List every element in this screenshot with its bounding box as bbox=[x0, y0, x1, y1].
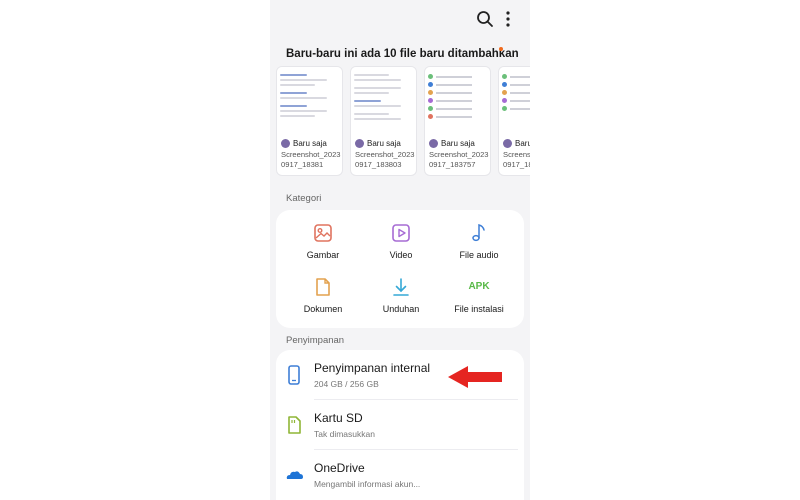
onedrive-icon bbox=[286, 471, 303, 479]
apk-icon: APK bbox=[468, 281, 490, 292]
more-vertical-icon[interactable] bbox=[502, 10, 514, 28]
storage-subtitle: 204 GB / 256 GB bbox=[314, 379, 379, 389]
recent-file-card[interactable]: Baru saja Screenshot_20230917_18381 bbox=[276, 66, 343, 176]
category-label: Dokumen bbox=[303, 304, 343, 314]
phone-storage-icon bbox=[288, 365, 300, 385]
storage-title: Penyimpanan internal bbox=[314, 361, 431, 375]
card-badge: Baru saja bbox=[293, 139, 327, 148]
card-filename: Screenshot_20230917_18 bbox=[503, 150, 530, 169]
top-app-bar bbox=[270, 0, 530, 38]
category-installation-files[interactable]: APK File instalasi bbox=[440, 276, 518, 314]
recent-files-title: Baru-baru ini ada 10 file baru ditambahk… bbox=[286, 48, 519, 60]
card-badge: Baru saja bbox=[515, 139, 530, 148]
category-videos[interactable]: Video bbox=[362, 222, 440, 260]
card-filename: Screenshot_20230917_18381 bbox=[281, 150, 341, 169]
category-images[interactable]: Gambar bbox=[284, 222, 362, 260]
storage-subtitle: Mengambil informasi akun... bbox=[314, 479, 421, 489]
storage-title: Kartu SD bbox=[314, 411, 363, 425]
card-badge: Baru saja bbox=[441, 139, 475, 148]
category-label: File instalasi bbox=[454, 304, 504, 314]
file-thumbnail bbox=[425, 67, 490, 135]
file-thumbnail bbox=[351, 67, 416, 135]
category-label: Gambar bbox=[306, 250, 340, 260]
category-label: File audio bbox=[459, 250, 499, 260]
storage-item-sd-card[interactable]: Kartu SD Tak dimasukkan bbox=[276, 400, 524, 450]
storage-subtitle: Tak dimasukkan bbox=[314, 429, 375, 439]
file-thumbnail bbox=[277, 67, 342, 135]
card-badge: Baru saja bbox=[367, 139, 401, 148]
category-documents[interactable]: Dokumen bbox=[284, 276, 362, 314]
video-icon bbox=[392, 224, 410, 242]
category-downloads[interactable]: Unduhan bbox=[362, 276, 440, 314]
image-icon bbox=[314, 224, 332, 242]
audio-icon bbox=[472, 224, 485, 242]
categories-label: Kategori bbox=[286, 193, 322, 204]
sd-card-icon bbox=[288, 416, 301, 434]
new-badge-icon bbox=[429, 139, 438, 148]
document-icon bbox=[316, 278, 330, 296]
storage-label: Penyimpanan bbox=[286, 335, 345, 346]
new-badge-icon bbox=[281, 139, 290, 148]
recent-files-strip[interactable]: Baru saja Screenshot_20230917_18381 Baru… bbox=[276, 66, 530, 178]
recent-file-card[interactable]: Baru saja Screenshot_20230917_183803 bbox=[350, 66, 417, 176]
categories-panel: Gambar Video File audio Dokumen Unduhan … bbox=[276, 210, 524, 328]
card-filename: Screenshot_20230917_183803 bbox=[355, 150, 415, 169]
recent-file-card[interactable]: Baru saja Screenshot_20230917_183757 bbox=[424, 66, 491, 176]
new-badge-icon bbox=[355, 139, 364, 148]
recent-file-card[interactable]: Baru saja Screenshot_20230917_18 bbox=[498, 66, 530, 176]
storage-item-onedrive[interactable]: OneDrive Mengambil informasi akun... bbox=[276, 450, 524, 500]
storage-title: OneDrive bbox=[314, 461, 365, 475]
category-label: Video bbox=[389, 250, 413, 260]
category-label: Unduhan bbox=[382, 304, 420, 314]
category-audio[interactable]: File audio bbox=[440, 222, 518, 260]
download-icon bbox=[393, 278, 409, 296]
new-badge-icon bbox=[503, 139, 512, 148]
new-indicator-dot bbox=[499, 47, 503, 51]
card-filename: Screenshot_20230917_183757 bbox=[429, 150, 489, 169]
my-files-screen: Baru-baru ini ada 10 file baru ditambahk… bbox=[270, 0, 530, 500]
search-icon[interactable] bbox=[476, 10, 494, 28]
red-arrow-annotation-icon bbox=[448, 366, 502, 388]
file-thumbnail bbox=[499, 67, 530, 135]
